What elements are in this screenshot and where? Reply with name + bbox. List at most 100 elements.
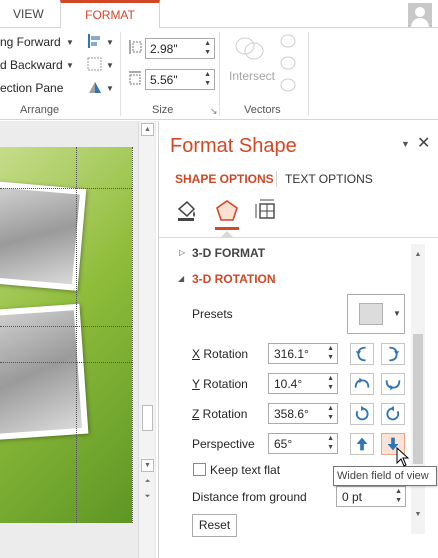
next-slide-icon[interactable]: ⏷ xyxy=(141,491,154,504)
selection-guide xyxy=(0,326,132,327)
ribbon-tab-bar: VIEW FORMAT xyxy=(0,0,438,29)
send-backward-button[interactable]: d Backward xyxy=(0,58,63,72)
selection-guide xyxy=(0,188,132,189)
align-icon[interactable] xyxy=(86,33,104,49)
send-backward-dropdown-icon[interactable]: ▼ xyxy=(66,61,74,70)
group-icon[interactable] xyxy=(86,56,104,72)
group-separator xyxy=(308,32,309,116)
narrow-field-of-view-icon[interactable] xyxy=(350,433,374,455)
distance-from-ground-label: Distance from ground xyxy=(192,490,307,504)
selection-pane-button[interactable]: ection Pane xyxy=(0,81,63,95)
distance-from-ground-input[interactable]: 0 pt ▲ ▼ xyxy=(336,486,406,507)
rotate-icon[interactable] xyxy=(86,79,104,95)
size-properties-icon[interactable] xyxy=(255,199,279,223)
rotate-counterclockwise-icon[interactable] xyxy=(350,403,374,425)
spin-up-icon[interactable]: ▲ xyxy=(327,345,334,352)
spin-down-icon[interactable]: ▼ xyxy=(327,384,334,391)
bring-forward-dropdown-icon[interactable]: ▼ xyxy=(66,38,74,47)
tab-shape-options[interactable]: SHAPE OPTIONS xyxy=(175,172,274,186)
group-dropdown-icon[interactable]: ▼ xyxy=(106,61,114,70)
reset-button[interactable]: Reset xyxy=(192,514,237,537)
spin-up-icon[interactable]: ▲ xyxy=(204,71,211,78)
spin-up-icon[interactable]: ▲ xyxy=(204,40,211,47)
section-3d-rotation[interactable]: 3-D ROTATION xyxy=(192,272,276,286)
y-rotation-value: 10.4° xyxy=(274,377,303,391)
shape-height-icon xyxy=(129,40,142,54)
photo-frame[interactable] xyxy=(0,181,87,291)
tab-view[interactable]: VIEW xyxy=(13,0,44,28)
shape-height-value: 2.98" xyxy=(150,42,178,56)
scroll-up-icon[interactable]: ▲ xyxy=(141,123,154,136)
perspective-input[interactable]: 65° ▲ ▼ xyxy=(268,433,338,454)
effects-pentagon-icon[interactable] xyxy=(215,199,239,223)
rotate-down-icon[interactable] xyxy=(381,373,405,395)
arrange-group-label: Arrange xyxy=(20,104,60,116)
scroll-up-icon[interactable]: ▲ xyxy=(411,248,425,261)
rotate-clockwise-icon[interactable] xyxy=(381,403,405,425)
intersect-icon[interactable] xyxy=(233,33,267,65)
scroll-down-icon[interactable]: ▼ xyxy=(141,459,154,472)
slide-thumbnail[interactable] xyxy=(0,147,132,523)
slide-vertical-scrollbar[interactable]: ▲ ▼ ⏶ ⏷ xyxy=(138,121,155,558)
bring-forward-button[interactable]: ng Forward xyxy=(0,35,61,49)
keep-text-flat-label: Keep text flat xyxy=(210,463,281,477)
selection-guide xyxy=(0,362,132,363)
shape-combine-icons[interactable] xyxy=(279,33,297,95)
collapse-arrow-icon[interactable]: ◢ xyxy=(178,274,184,283)
x-rotation-label: X Rotation xyxy=(192,347,249,361)
y-rotation-input[interactable]: 10.4° ▲ ▼ xyxy=(268,373,338,394)
previous-slide-icon[interactable]: ⏶ xyxy=(141,476,154,489)
spin-down-icon[interactable]: ▼ xyxy=(327,414,334,421)
spin-up-icon[interactable]: ▲ xyxy=(395,488,402,495)
spin-down-icon[interactable]: ▼ xyxy=(327,444,334,451)
spin-up-icon[interactable]: ▲ xyxy=(327,405,334,412)
y-rotation-label: Y Rotation xyxy=(192,377,248,391)
rotate-dropdown-icon[interactable]: ▼ xyxy=(106,84,114,93)
shape-width-value: 5.56" xyxy=(150,73,178,87)
spin-down-icon[interactable]: ▼ xyxy=(395,497,402,504)
tab-text-options[interactable]: TEXT OPTIONS xyxy=(285,172,373,186)
pane-vertical-scrollbar[interactable]: ▲ ▼ xyxy=(411,244,425,534)
spin-up-icon[interactable]: ▲ xyxy=(327,435,334,442)
intersect-button[interactable]: Intersect xyxy=(229,69,275,83)
distance-from-ground-value: 0 pt xyxy=(342,490,363,504)
slide-canvas: ▲ ▼ ⏶ ⏷ xyxy=(0,121,156,558)
perspective-label: Perspective xyxy=(192,437,255,451)
section-3d-format[interactable]: 3-D FORMAT xyxy=(192,246,265,260)
perspective-value: 65° xyxy=(274,437,293,451)
rotate-left-icon[interactable] xyxy=(350,343,374,365)
group-separator xyxy=(120,32,121,116)
shape-height-input[interactable]: 2.98" ▲ ▼ xyxy=(145,38,215,59)
size-dialog-launcher-icon[interactable]: ↘ xyxy=(210,106,218,117)
rotate-up-icon[interactable] xyxy=(350,373,374,395)
selection-guide xyxy=(132,147,133,523)
spin-down-icon[interactable]: ▼ xyxy=(204,49,211,56)
pane-divider xyxy=(159,237,438,238)
x-rotation-input[interactable]: 316.1° ▲ ▼ xyxy=(268,343,338,364)
close-icon[interactable]: ✕ xyxy=(417,133,430,153)
scroll-thumb[interactable] xyxy=(142,405,153,431)
align-dropdown-icon[interactable]: ▼ xyxy=(106,38,114,47)
fill-line-icon[interactable] xyxy=(175,199,199,223)
spin-up-icon[interactable]: ▲ xyxy=(327,375,334,382)
spin-down-icon[interactable]: ▼ xyxy=(204,80,211,87)
format-shape-pane: Format Shape ▼ ✕ SHAPE OPTIONS TEXT OPTI… xyxy=(158,121,438,558)
size-group-label: Size xyxy=(152,104,174,116)
shape-width-input[interactable]: 5.56" ▲ ▼ xyxy=(145,69,215,90)
rotate-right-icon[interactable] xyxy=(381,343,405,365)
keep-text-flat-checkbox[interactable] xyxy=(193,463,206,476)
ribbon: ng Forward ▼ d Backward ▼ ection Pane ▼ … xyxy=(0,28,438,120)
powerpoint-window: VIEW FORMAT ng Forward ▼ d Backward ▼ ec… xyxy=(0,0,438,558)
tab-format[interactable]: FORMAT xyxy=(60,0,160,29)
scroll-thumb[interactable] xyxy=(413,334,423,464)
spin-down-icon[interactable]: ▼ xyxy=(327,354,334,361)
shape-width-icon xyxy=(129,71,141,85)
group-separator xyxy=(219,32,220,116)
z-rotation-input[interactable]: 358.6° ▲ ▼ xyxy=(268,403,338,424)
expand-arrow-icon[interactable]: ▷ xyxy=(179,248,185,257)
user-avatar-icon[interactable] xyxy=(408,3,432,27)
z-rotation-label: Z Rotation xyxy=(192,407,248,421)
pane-options-dropdown-icon[interactable]: ▼ xyxy=(401,139,410,149)
presets-dropdown[interactable]: ▼ xyxy=(347,294,405,334)
scroll-down-icon[interactable]: ▼ xyxy=(411,508,425,521)
